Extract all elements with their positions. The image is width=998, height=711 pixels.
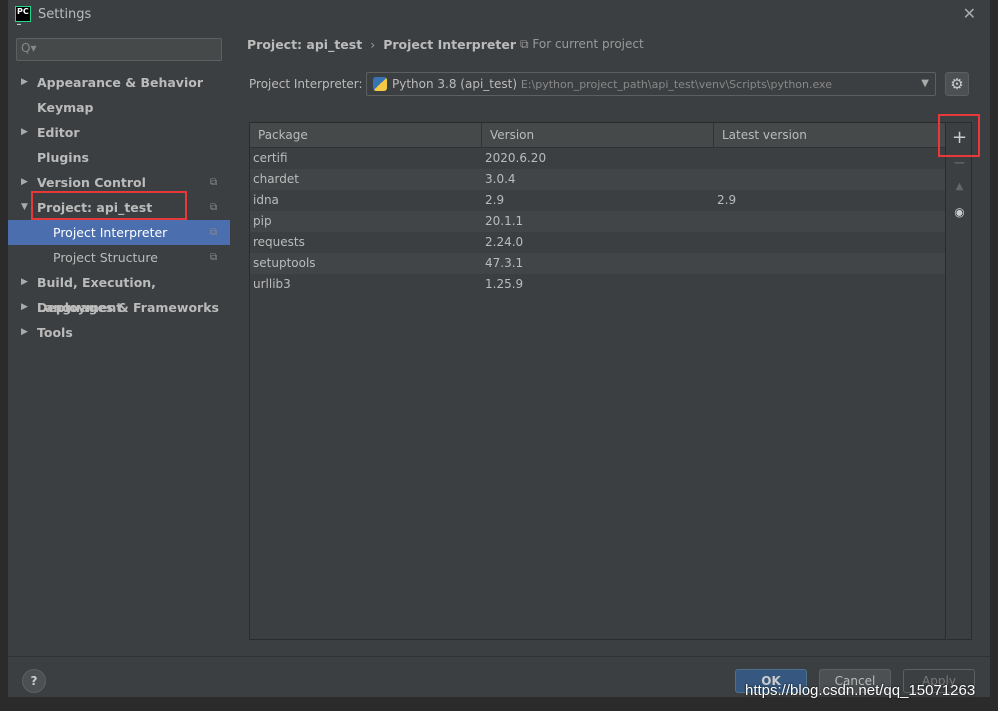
search-input[interactable]: Q▾	[16, 38, 222, 61]
sidebar-item-languages-frameworks[interactable]: ▶ Languages & Frameworks	[8, 295, 230, 320]
table-row[interactable]: idna 2.9 2.9	[250, 190, 945, 211]
package-name: requests	[253, 235, 305, 249]
table-row[interactable]: pip 20.1.1	[250, 211, 945, 232]
package-name: idna	[253, 193, 279, 207]
table-header: Package Version Latest version	[250, 123, 945, 148]
table-row[interactable]: requests 2.24.0	[250, 232, 945, 253]
column-latest-version[interactable]: Latest version	[714, 123, 947, 148]
table-row[interactable]: certifi 2020.6.20	[250, 148, 945, 169]
package-version: 2.9	[485, 193, 505, 207]
interpreter-select[interactable]: Python 3.8 (api_test) E:\python_project_…	[366, 72, 936, 96]
breadcrumb-separator: ›	[370, 37, 376, 52]
package-name: urllib3	[253, 277, 291, 291]
for-current-project-note: ⧉ For current project	[520, 37, 644, 51]
project-scope-icon: ⧉	[210, 252, 218, 263]
chevron-down-icon: ▼	[21, 202, 28, 212]
chevron-down-icon: ▼	[921, 78, 929, 89]
sidebar-item-label: Editor	[37, 125, 80, 140]
packages-table: Package Version Latest version certifi 20…	[249, 122, 946, 640]
chevron-right-icon: ▶	[21, 177, 28, 187]
settings-dialog: PC _ Settings ✕ Q▾ ▶ Appearance & Behavior…	[8, 0, 990, 697]
sidebar-item-appearance-behavior[interactable]: ▶ Appearance & Behavior	[8, 70, 230, 95]
sidebar-item-label: Appearance & Behavior	[37, 75, 203, 90]
sidebar-item-editor[interactable]: ▶ Editor	[8, 120, 230, 145]
project-scope-icon: ⧉	[210, 202, 218, 213]
chevron-right-icon: ▶	[21, 302, 28, 312]
package-version: 1.25.9	[485, 277, 524, 291]
upgrade-package-button[interactable]: ▲	[947, 181, 972, 192]
main-panel: Project: api_test › Project Interpreter ⧉ …	[230, 28, 990, 656]
package-version: 3.0.4	[485, 172, 516, 186]
chevron-right-icon: ▶	[21, 327, 28, 337]
package-name: pip	[253, 214, 272, 228]
table-row[interactable]: setuptools 47.3.1	[250, 253, 945, 274]
sidebar-item-label: Project Structure	[53, 250, 158, 265]
breadcrumb-project[interactable]: Project: api_test	[247, 37, 362, 52]
chevron-right-icon: ▶	[21, 277, 28, 287]
breadcrumb-current: Project Interpreter	[383, 37, 516, 52]
package-version: 2020.6.20	[485, 151, 547, 165]
sidebar-item-keymap[interactable]: Keymap	[8, 95, 230, 120]
highlight-box-add	[938, 114, 980, 157]
close-icon[interactable]: ✕	[963, 4, 976, 23]
package-name: setuptools	[253, 256, 316, 270]
table-row[interactable]: urllib3 1.25.9	[250, 274, 945, 295]
window-title: Settings	[38, 7, 92, 22]
table-row[interactable]: chardet 3.0.4	[250, 169, 945, 190]
breadcrumb: Project: api_test › Project Interpreter	[247, 37, 516, 52]
chevron-right-icon: ▶	[21, 77, 28, 87]
package-version: 20.1.1	[485, 214, 524, 228]
package-name: certifi	[253, 151, 288, 165]
chevron-right-icon: ▶	[21, 127, 28, 137]
package-version: 2.24.0	[485, 235, 524, 249]
python-icon	[373, 77, 387, 91]
gear-icon[interactable]: ⚙	[945, 72, 969, 96]
watermark: https://blog.csdn.net/qq_15071263	[745, 682, 976, 699]
pycharm-logo: PC _	[15, 6, 31, 25]
sidebar-item-label: Project Interpreter	[53, 225, 168, 240]
search-icon: Q▾	[21, 41, 37, 55]
sidebar-item-label: Languages & Frameworks	[37, 300, 219, 315]
help-button[interactable]: ?	[22, 669, 46, 693]
title-bar: PC _ Settings ✕	[8, 0, 990, 28]
sidebar-item-label: Plugins	[37, 150, 89, 165]
column-package[interactable]: Package	[250, 123, 482, 148]
sidebar-item-tools[interactable]: ▶ Tools	[8, 320, 230, 345]
sidebar-item-build-execution-deployment[interactable]: ▶ Build, Execution, Deployment	[8, 270, 230, 315]
sidebar-item-project-interpreter[interactable]: Project Interpreter ⧉	[8, 220, 230, 245]
package-version: 47.3.1	[485, 256, 524, 270]
sidebar-item-label: Keymap	[37, 100, 94, 115]
interpreter-name: Python 3.8 (api_test)	[392, 77, 518, 91]
sidebar-item-project-structure[interactable]: Project Structure ⧉	[8, 245, 230, 270]
highlight-box-interpreter	[31, 191, 187, 220]
sidebar-item-plugins[interactable]: Plugins	[8, 145, 230, 170]
project-scope-icon: ⧉	[210, 227, 218, 238]
package-latest-version: 2.9	[717, 193, 737, 207]
sidebar-item-label: Tools	[37, 325, 73, 340]
project-scope-icon: ⧉	[210, 177, 218, 188]
eye-icon[interactable]: ◉	[947, 205, 972, 219]
package-name: chardet	[253, 172, 299, 186]
column-version[interactable]: Version	[482, 123, 714, 148]
interpreter-label: Project Interpreter:	[249, 77, 363, 91]
interpreter-path: E:\python_project_path\api_test\venv\Scr…	[520, 78, 832, 91]
package-toolbar: + − ▲ ◉	[947, 122, 972, 640]
sidebar: Q▾ ▶ Appearance & Behavior Keymap ▶ Editor Pl…	[8, 28, 230, 656]
